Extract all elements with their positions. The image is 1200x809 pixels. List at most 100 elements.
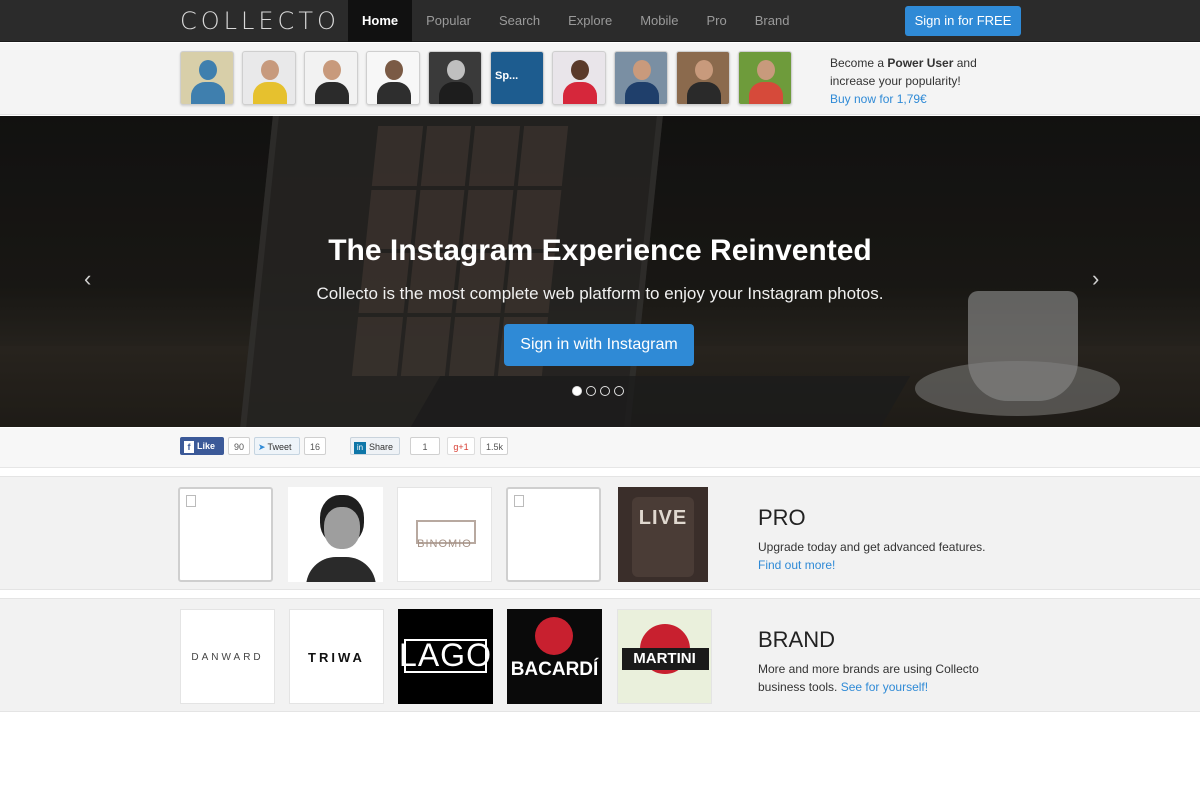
carousel-prev-icon[interactable]: ‹ [84, 266, 91, 292]
main-nav: Home Popular Search Explore Mobile Pro B… [348, 0, 803, 42]
linkedin-share-label: Share [369, 442, 394, 452]
danward-label: DANWARD [191, 652, 264, 663]
carousel-indicators [572, 386, 624, 396]
nav-item-brand[interactable]: Brand [741, 0, 804, 42]
user-thumbnail-body [625, 82, 659, 104]
power-line1-suffix: and [953, 56, 977, 70]
user-thumbnail[interactable] [738, 51, 792, 105]
google-plus-button[interactable]: g+1 [447, 437, 475, 455]
user-thumbnail[interactable] [366, 51, 420, 105]
brand-tile-bacardi[interactable]: BACARDÍ [507, 609, 602, 704]
buy-now-link[interactable]: Buy now for 1,79€ [830, 92, 927, 106]
user-thumbnail-body [687, 82, 721, 104]
user-thumbnail-head [323, 60, 341, 80]
user-thumbnail[interactable] [428, 51, 482, 105]
carousel-dot-4[interactable] [614, 386, 624, 396]
martini-label: MARTINI [633, 650, 696, 667]
hero-subtitle: Collecto is the most complete web platfo… [316, 284, 884, 303]
top-navbar: COLLECTO Home Popular Search Explore Mob… [0, 0, 1200, 42]
pro-tile-portrait[interactable] [288, 487, 383, 582]
power-user-strip: Sp... Become a Power User and increase y… [0, 43, 1200, 115]
tweet-count: 16 [304, 437, 327, 455]
pro-text: Upgrade today and get advanced features. [758, 540, 986, 554]
portrait-face [324, 507, 360, 549]
hero-title: The Instagram Experience Reinvented [328, 234, 872, 267]
bacardi-bat-icon [535, 617, 573, 655]
user-thumbnails: Sp... [180, 51, 792, 105]
pro-tile-live[interactable]: LIVE [618, 487, 708, 582]
brand-tile-martini[interactable]: MARTINI [617, 609, 712, 704]
user-thumbnail-head [571, 60, 589, 80]
user-thumbnail[interactable] [552, 51, 606, 105]
nav-item-home[interactable]: Home [348, 0, 413, 42]
hero-overlay [0, 116, 1200, 427]
brand-description: More and more brands are using Collecto … [758, 660, 1018, 696]
social-share-bar: f Like 90 ➤ Tweet 16 in Share 1 g+1 1.5k [0, 428, 1200, 468]
tweet-label: Tweet [267, 442, 292, 452]
nav-item-mobile[interactable]: Mobile [626, 0, 692, 42]
power-line1-prefix: Become a [830, 56, 888, 70]
sign-in-instagram-button[interactable]: Sign in with Instagram [504, 324, 694, 366]
brand-title: BRAND [758, 627, 836, 652]
user-thumbnail-body [439, 82, 473, 104]
pro-description: Upgrade today and get advanced features.… [758, 538, 1018, 574]
pro-title: PRO [758, 505, 806, 530]
google-plus-label: +1 [458, 442, 469, 452]
carousel-dot-1[interactable] [572, 386, 582, 396]
find-out-more-link[interactable]: Find out more! [758, 558, 835, 572]
linkedin-icon: in [354, 441, 366, 454]
twitter-icon: ➤ [258, 442, 266, 452]
carousel-dot-2[interactable] [586, 386, 596, 396]
brand-text-line2: business tools. [758, 680, 841, 694]
brand-tile-lago[interactable]: LAGO [398, 609, 493, 704]
power-line2: increase your popularity! [830, 74, 961, 88]
user-thumbnail-head [199, 60, 217, 80]
pro-tile-broken-image-2[interactable] [506, 487, 601, 582]
user-thumbnail[interactable] [614, 51, 668, 105]
user-thumbnail[interactable] [304, 51, 358, 105]
user-thumbnail-body [315, 82, 349, 104]
user-thumbnail-head [695, 60, 713, 80]
nav-item-explore[interactable]: Explore [554, 0, 626, 42]
site-logo[interactable]: COLLECTO [180, 7, 340, 35]
user-thumbnail[interactable] [676, 51, 730, 105]
user-thumbnail-text: Sp... [495, 70, 519, 82]
user-thumbnail[interactable] [180, 51, 234, 105]
see-for-yourself-link[interactable]: See for yourself! [841, 680, 928, 694]
user-thumbnail-body [749, 82, 783, 104]
bacardi-label: BACARDÍ [510, 659, 599, 680]
facebook-icon: f [184, 440, 194, 453]
user-thumbnail-head [633, 60, 651, 80]
power-user-bold: Power User [887, 56, 954, 70]
google-plus-count: 1.5k [480, 437, 508, 455]
user-thumbnail[interactable]: Sp... [490, 51, 544, 105]
pro-section: BINOMIO LIVE PRO Upgrade today and get a… [0, 476, 1200, 590]
carousel-dot-3[interactable] [600, 386, 610, 396]
user-thumbnail-body [563, 82, 597, 104]
brand-tile-triwa[interactable]: TRIWA [289, 609, 384, 704]
brand-tile-danward[interactable]: DANWARD [180, 609, 275, 704]
linkedin-share-button[interactable]: in Share [350, 437, 400, 455]
linkedin-share-count: 1 [410, 437, 440, 455]
lago-label: LAGO [399, 637, 492, 673]
user-thumbnail-body [191, 82, 225, 104]
user-thumbnail-head [385, 60, 403, 80]
user-thumbnail-body [253, 82, 287, 104]
nav-item-popular[interactable]: Popular [412, 0, 485, 42]
tweet-button[interactable]: ➤ Tweet [254, 437, 300, 455]
pro-tile-binomio[interactable]: BINOMIO [397, 487, 492, 582]
nav-item-search[interactable]: Search [485, 0, 554, 42]
user-thumbnail[interactable] [242, 51, 296, 105]
carousel-next-icon[interactable]: › [1092, 266, 1099, 292]
facebook-like-button[interactable]: f Like [180, 437, 224, 455]
triwa-label: TRIWA [308, 650, 365, 665]
portrait-shoulders [306, 557, 376, 582]
brand-text-line1: More and more brands are using Collecto [758, 662, 979, 676]
user-thumbnail-body [377, 82, 411, 104]
nav-item-pro[interactable]: Pro [693, 0, 741, 42]
sign-in-free-button[interactable]: Sign in for FREE [905, 6, 1021, 36]
live-label: LIVE [638, 507, 688, 529]
user-thumbnail-head [261, 60, 279, 80]
power-user-promo: Become a Power User and increase your po… [830, 54, 1030, 108]
pro-tile-broken-image-1[interactable] [178, 487, 273, 582]
